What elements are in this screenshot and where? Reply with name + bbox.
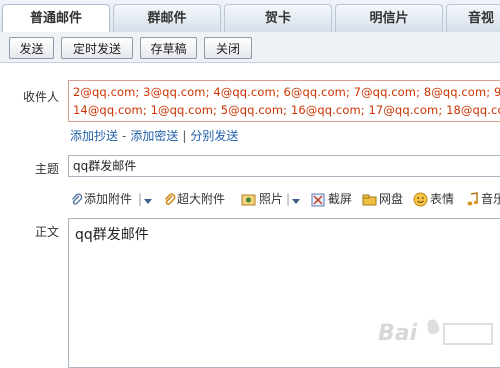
svg-text:Bai: Bai xyxy=(378,321,418,346)
recipients-label: 收件人 xyxy=(22,90,59,104)
photo-label: 照片 xyxy=(259,192,284,206)
tab-normal-mail[interactable]: 普通邮件 xyxy=(2,4,110,33)
add-attachment-dropdown[interactable] xyxy=(143,191,153,209)
emoticon-icon xyxy=(413,192,428,207)
recipient-links: 添加抄送 - 添加密送 | 分别发送 xyxy=(70,127,238,144)
body-label: 正文 xyxy=(34,225,59,239)
link-separator: - xyxy=(122,129,127,143)
watermark-logo: Bai xyxy=(378,319,493,346)
separate-send-link[interactable]: 分别发送 xyxy=(190,129,238,143)
large-attachment-icon xyxy=(164,192,176,205)
subject-label: 主题 xyxy=(34,162,59,176)
recipients-line-1: 2@qq.com; 3@qq.com; 4@qq.com; 6@qq.com; … xyxy=(73,85,500,99)
send-button[interactable]: 发送 xyxy=(9,37,54,59)
dropdown-arrow-icon xyxy=(292,198,300,204)
netdisk-button[interactable]: 网盘 xyxy=(362,190,403,208)
body-text: qq群发邮件 xyxy=(75,227,149,243)
netdisk-icon xyxy=(362,194,377,205)
add-bcc-link[interactable]: 添加密送 xyxy=(130,129,178,143)
music-button[interactable]: 音乐 xyxy=(466,190,500,208)
photo-button[interactable]: 照片 xyxy=(241,190,283,208)
add-attachment-label: 添加附件 xyxy=(84,192,133,206)
insert-toolbar: 添加附件 | 超大附件 照片 | 截屏 网盘 表情 音乐 xyxy=(68,190,500,208)
photo-dropdown[interactable] xyxy=(291,191,301,209)
tab-group-mail[interactable]: 群邮件 xyxy=(113,4,221,32)
compose-toolbar: 发送 定时发送 存草稿 关闭 xyxy=(0,32,500,63)
screenshot-label: 截屏 xyxy=(328,192,353,206)
large-attachment-button[interactable]: 超大附件 xyxy=(163,190,225,208)
compose-tab-bar: 普通邮件 群邮件 贺卡 明信片 音视 xyxy=(0,0,500,33)
dropdown-arrow-icon xyxy=(144,198,152,204)
subject-input[interactable]: qq群发邮件 xyxy=(68,155,500,177)
toolbar-divider: | xyxy=(138,192,143,206)
link-separator: | xyxy=(182,129,187,143)
add-attachment-button[interactable]: 添加附件 xyxy=(70,190,132,208)
netdisk-label: 网盘 xyxy=(379,192,404,206)
paperclip-icon xyxy=(72,193,83,205)
toolbar-divider: | xyxy=(286,192,291,206)
screenshot-icon xyxy=(311,193,325,206)
scheduled-send-button[interactable]: 定时发送 xyxy=(61,37,133,59)
tab-postcard[interactable]: 明信片 xyxy=(335,4,443,32)
recipients-field[interactable]: 2@qq.com; 3@qq.com; 4@qq.com; 6@qq.com; … xyxy=(68,80,500,122)
large-attachment-label: 超大附件 xyxy=(177,192,226,206)
photo-icon xyxy=(241,194,256,205)
screenshot-button[interactable]: 截屏 xyxy=(311,190,352,208)
tab-audio-video[interactable]: 音视 xyxy=(446,4,500,32)
emoticon-button[interactable]: 表情 xyxy=(413,190,454,208)
recipients-line-2: 14@qq.com; 1@qq.com; 5@qq.com; 16@qq.com… xyxy=(73,103,500,117)
tab-greeting-card[interactable]: 贺卡 xyxy=(224,4,332,32)
emoticon-label: 表情 xyxy=(430,192,455,206)
add-cc-link[interactable]: 添加抄送 xyxy=(70,129,118,143)
save-draft-button[interactable]: 存草稿 xyxy=(140,37,197,59)
music-icon xyxy=(467,192,478,206)
close-button[interactable]: 关闭 xyxy=(204,37,252,59)
music-label: 音乐 xyxy=(481,192,500,206)
